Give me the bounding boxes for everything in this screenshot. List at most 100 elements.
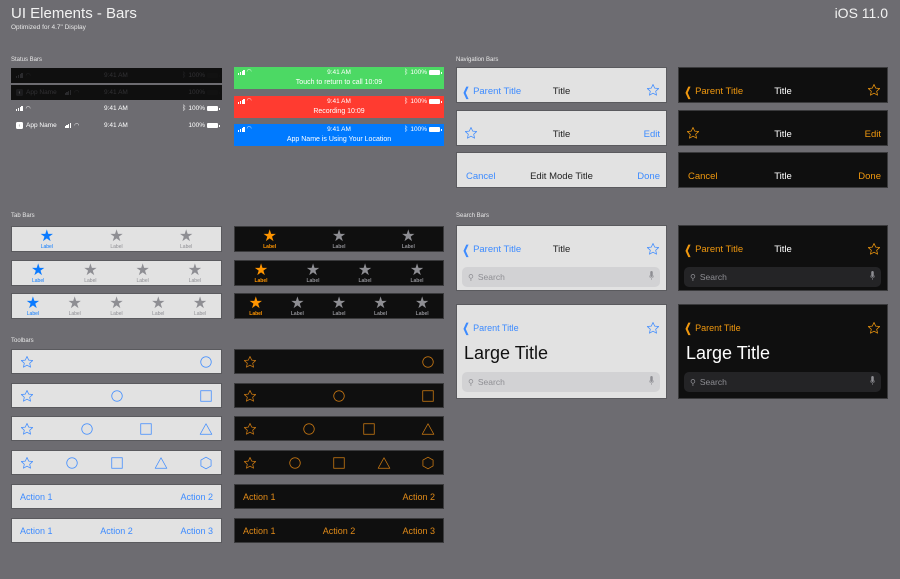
triangle-icon[interactable] — [199, 422, 213, 436]
star-icon[interactable] — [243, 389, 257, 403]
signal-icon — [64, 90, 72, 95]
in-call-status-bar[interactable]: ◠ 9:41 AM ᛒ 100% App Name is Using Your Loca… — [234, 124, 444, 146]
triangle-icon[interactable] — [154, 456, 168, 470]
app-name-label[interactable]: App Name — [26, 122, 57, 129]
circle-icon[interactable] — [302, 422, 316, 436]
tab-item[interactable]: ★ Label — [60, 295, 90, 317]
hexagon-icon[interactable] — [199, 456, 213, 470]
tab-item[interactable]: ★ Label — [282, 295, 312, 317]
action-2-button[interactable]: Action 2 — [180, 492, 213, 502]
tab-item[interactable]: ★ Label — [23, 262, 53, 284]
tab-item[interactable]: ★ Label — [171, 228, 201, 250]
action-1-button[interactable]: Action 1 — [243, 526, 276, 536]
action-1-button[interactable]: Action 1 — [20, 492, 53, 502]
star-icon: ★ — [109, 227, 124, 245]
tab-item[interactable]: ★ Label — [407, 295, 437, 317]
tab-item[interactable]: ★ Label — [75, 261, 105, 284]
back-button[interactable]: ❮ Parent Title — [461, 322, 519, 334]
tab-item[interactable]: ★ Label — [298, 262, 328, 284]
circle-icon[interactable] — [421, 355, 435, 369]
circle-icon[interactable] — [110, 389, 124, 403]
edit-button[interactable]: Edit — [644, 129, 660, 140]
tab-item[interactable]: ★ Label — [350, 262, 380, 284]
tab-item[interactable]: ★ Label — [143, 295, 173, 317]
circle-icon[interactable] — [199, 355, 213, 369]
nav-title: Title — [552, 244, 571, 255]
tab-item[interactable]: ★ Label — [241, 295, 271, 317]
star-icon[interactable] — [243, 422, 257, 436]
star-icon[interactable] — [20, 422, 34, 436]
in-call-status-bar[interactable]: ◠ 9:41 AM ᛒ 100% Touch to return to call 10:… — [234, 67, 444, 89]
circle-icon[interactable] — [65, 456, 79, 470]
action-3-button[interactable]: Action 3 — [402, 526, 435, 536]
search-bar-dark-nav: ❮ Parent Title Title ⚲ Search — [678, 225, 888, 291]
star-icon[interactable] — [20, 456, 34, 470]
search-input[interactable]: ⚲ Search — [684, 267, 881, 287]
star-icon: ★ — [25, 294, 41, 312]
search-input[interactable]: ⚲ Search — [462, 267, 660, 287]
tab-item[interactable]: ★ Label — [185, 295, 215, 317]
done-button[interactable]: Done — [637, 171, 660, 182]
square-icon[interactable] — [199, 389, 213, 403]
circle-icon[interactable] — [332, 389, 346, 403]
edit-button[interactable]: Edit — [865, 129, 881, 140]
search-input[interactable]: ⚲ Search — [462, 372, 660, 392]
action-1-button[interactable]: Action 1 — [20, 526, 53, 536]
star-icon[interactable] — [867, 83, 881, 97]
tab-item[interactable]: ★ Label — [128, 262, 158, 284]
triangle-icon[interactable] — [421, 422, 435, 436]
circle-icon[interactable] — [288, 456, 302, 470]
action-2-button[interactable]: Action 2 — [100, 526, 133, 536]
tab-item[interactable]: ★ Label — [101, 295, 131, 317]
star-icon[interactable] — [20, 355, 34, 369]
star-icon[interactable] — [20, 389, 34, 403]
tab-item[interactable]: ★ Label — [324, 295, 354, 317]
square-icon[interactable] — [139, 422, 153, 436]
microphone-icon[interactable] — [870, 271, 875, 281]
star-icon[interactable] — [243, 456, 257, 470]
square-icon[interactable] — [332, 456, 346, 470]
square-icon[interactable] — [421, 389, 435, 403]
tab-item[interactable]: ★ Label — [246, 261, 276, 284]
tab-item[interactable]: ★ Label — [255, 228, 285, 250]
back-button[interactable]: ❮ Parent Title — [683, 322, 741, 334]
triangle-icon[interactable] — [377, 456, 391, 470]
star-icon[interactable] — [646, 321, 660, 335]
large-title: Large Title — [686, 343, 771, 363]
tab-item[interactable]: ★ Label — [393, 228, 423, 250]
circle-icon[interactable] — [80, 422, 94, 436]
search-input[interactable]: ⚲ Search — [684, 372, 881, 392]
tab-item[interactable]: ★ Label — [32, 228, 62, 250]
battery-percent: 100% — [188, 105, 205, 112]
action-2-button[interactable]: Action 2 — [402, 492, 435, 502]
microphone-icon[interactable] — [649, 376, 654, 386]
star-icon[interactable] — [243, 355, 257, 369]
app-name-label[interactable]: App Name — [26, 89, 57, 96]
star-icon[interactable] — [867, 321, 881, 335]
square-icon[interactable] — [110, 456, 124, 470]
tab-item[interactable]: ★ Label — [101, 227, 131, 250]
microphone-icon[interactable] — [649, 271, 654, 281]
tab-item[interactable]: ★ Label — [366, 294, 396, 317]
star-icon: ★ — [253, 261, 269, 279]
back-to-app-icon[interactable]: ‹ — [16, 122, 23, 129]
star-icon: ★ — [373, 294, 388, 312]
back-to-app-icon[interactable]: ‹ — [16, 89, 23, 96]
microphone-icon[interactable] — [870, 376, 875, 386]
action-2-button[interactable]: Action 2 — [323, 526, 356, 536]
square-icon[interactable] — [362, 422, 376, 436]
action-3-button[interactable]: Action 3 — [180, 526, 213, 536]
tab-item[interactable]: ★ Label — [18, 294, 48, 317]
star-icon[interactable] — [646, 83, 660, 97]
action-1-button[interactable]: Action 1 — [243, 492, 276, 502]
star-icon[interactable] — [646, 242, 660, 256]
tab-item[interactable]: ★ Label — [402, 262, 432, 284]
tab-item[interactable]: ★ Label — [180, 262, 210, 284]
done-button[interactable]: Done — [858, 171, 881, 182]
star-icon[interactable] — [867, 242, 881, 256]
tab-item[interactable]: ★ Label — [324, 228, 354, 250]
hexagon-icon[interactable] — [421, 456, 435, 470]
in-call-status-bar[interactable]: ◠ 9:41 AM ᛒ 100% Recording 10:09 — [234, 96, 444, 118]
section-label-status-bars: Status Bars — [11, 57, 43, 63]
star-icon: ★ — [83, 261, 98, 279]
